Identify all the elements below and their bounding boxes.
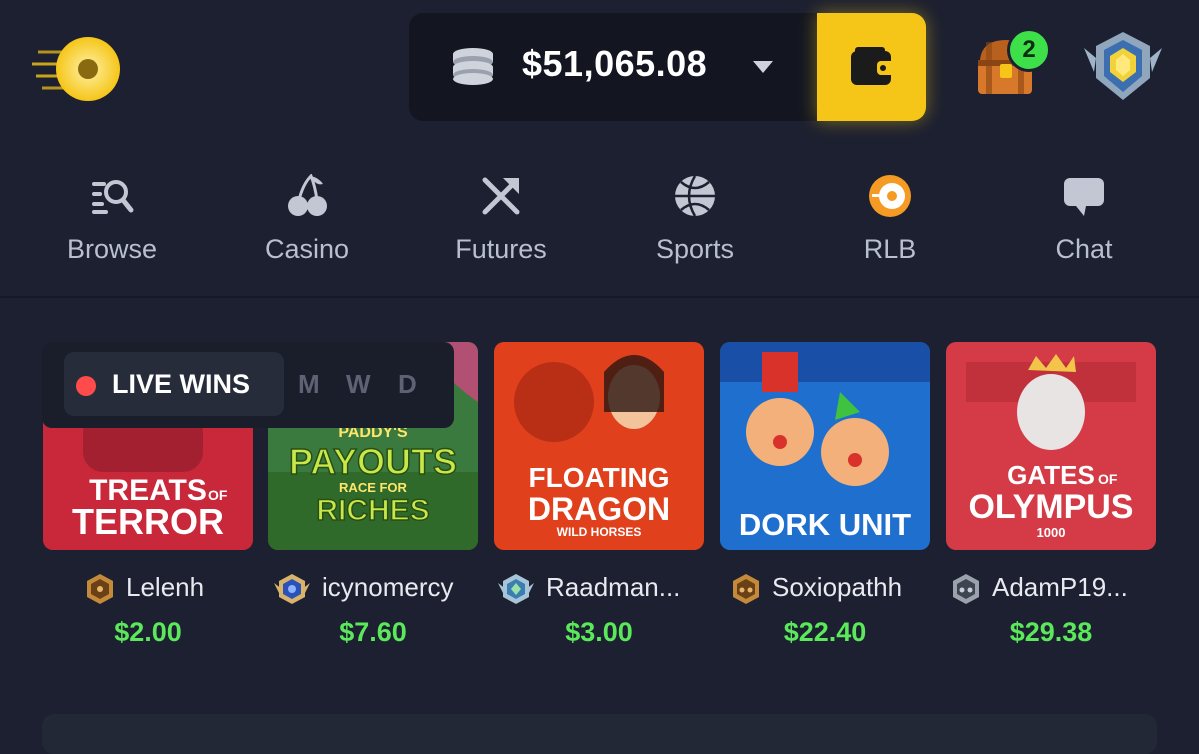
chevron-down-icon [751,57,775,77]
wallet-button[interactable] [817,13,926,121]
win-amount: $2.00 [114,617,182,647]
sapphire-rank-icon [274,574,310,605]
basketball-icon [673,174,717,218]
game-card-floating-dragon[interactable]: FLOATING DRAGON WILD HORSES [494,342,704,550]
nav-label: Casino [264,234,350,264]
win-amount: $29.38 [1009,617,1093,647]
game-title: 1000 [1037,525,1066,540]
rlb-coin-icon [868,174,912,218]
game-title: TERROR [72,501,224,542]
game-title: FLOATING [528,462,669,493]
coins-stack-icon [449,46,497,88]
crossed-arrows-icon [479,174,523,218]
game-title: WILD HORSES [557,525,642,539]
win-amount: $22.40 [783,617,867,647]
game-card-gates-of-olympus[interactable]: GATES OF OLYMPUS 1000 [946,342,1156,550]
live-wins-panel: LIVE WINS M W D [42,342,454,428]
nav-item-sports[interactable]: Sports [598,140,792,296]
live-dot-icon [76,376,96,396]
live-wins-label: LIVE WINS [112,369,251,399]
game-title: PAYOUTS [289,441,457,482]
game-title: DORK UNIT [739,507,911,542]
nav-divider [0,296,1199,298]
balance-amount: $51,065.08 [522,43,708,84]
winner-row[interactable]: icynomercy [272,572,454,605]
cherries-icon [285,173,329,218]
game-card-dork-unit[interactable]: DORK UNIT [720,342,930,550]
live-wins-tab[interactable]: LIVE WINS [64,352,284,416]
nav-item-chat[interactable]: Chat [987,140,1181,296]
bronze-rank-icon [87,574,113,605]
winner-name: icynomercy [322,572,454,602]
win-amount: $3.00 [565,617,633,647]
winner-name: Soxiopathh [772,572,903,602]
browse-search-icon [90,174,134,218]
nav-item-futures[interactable]: Futures [404,140,598,296]
diamond-rank-icon [498,574,534,605]
nav-item-rlb[interactable]: RLB [793,140,987,296]
winner-name: AdamP19... [992,572,1128,602]
winner-row[interactable]: Raadman... [496,572,681,605]
winner-row[interactable]: AdamP19... [950,572,1128,605]
nav-item-casino[interactable]: Casino [210,140,404,296]
next-section-panel [42,714,1157,754]
game-title: RICHES [316,494,429,527]
winner-row[interactable]: Lelenh [84,572,205,605]
game-title: DRAGON [528,491,670,527]
rollbit-logo[interactable] [30,34,130,104]
bronze-rank-icon [733,574,759,605]
tab-week[interactable]: W [346,369,371,400]
top-bar: $51,065.08 2 [0,0,1199,140]
notification-badge: 2 [1007,28,1051,72]
nav-label: Sports [655,234,735,264]
winner-name: Lelenh [126,572,205,602]
game-title: RACE FOR [339,480,408,495]
winner-name: Raadman... [546,572,681,602]
rank-shield-icon [1084,32,1162,100]
win-amount: $7.60 [339,617,407,647]
nav-label: RLB [863,234,917,264]
silver-rank-icon [953,574,979,605]
game-title: GATES [1007,460,1095,490]
game-title: OLYMPUS [968,488,1133,526]
game-title-small: OF [1098,471,1118,487]
tab-day[interactable]: D [398,369,417,400]
nav-label: Futures [455,234,547,264]
winner-row[interactable]: Soxiopathh [730,572,903,605]
wallet-icon [851,47,895,85]
main-nav: Browse Casino Futures Sports RLB Chat [0,140,1199,296]
chat-bubble-icon [1062,174,1106,218]
tab-month[interactable]: M [298,369,320,400]
nav-item-browse[interactable]: Browse [15,140,209,296]
balance-selector[interactable]: $51,065.08 [409,13,827,121]
rank-badge-button[interactable] [1080,28,1166,106]
nav-label: Browse [66,234,158,264]
nav-label: Chat [1055,234,1113,264]
